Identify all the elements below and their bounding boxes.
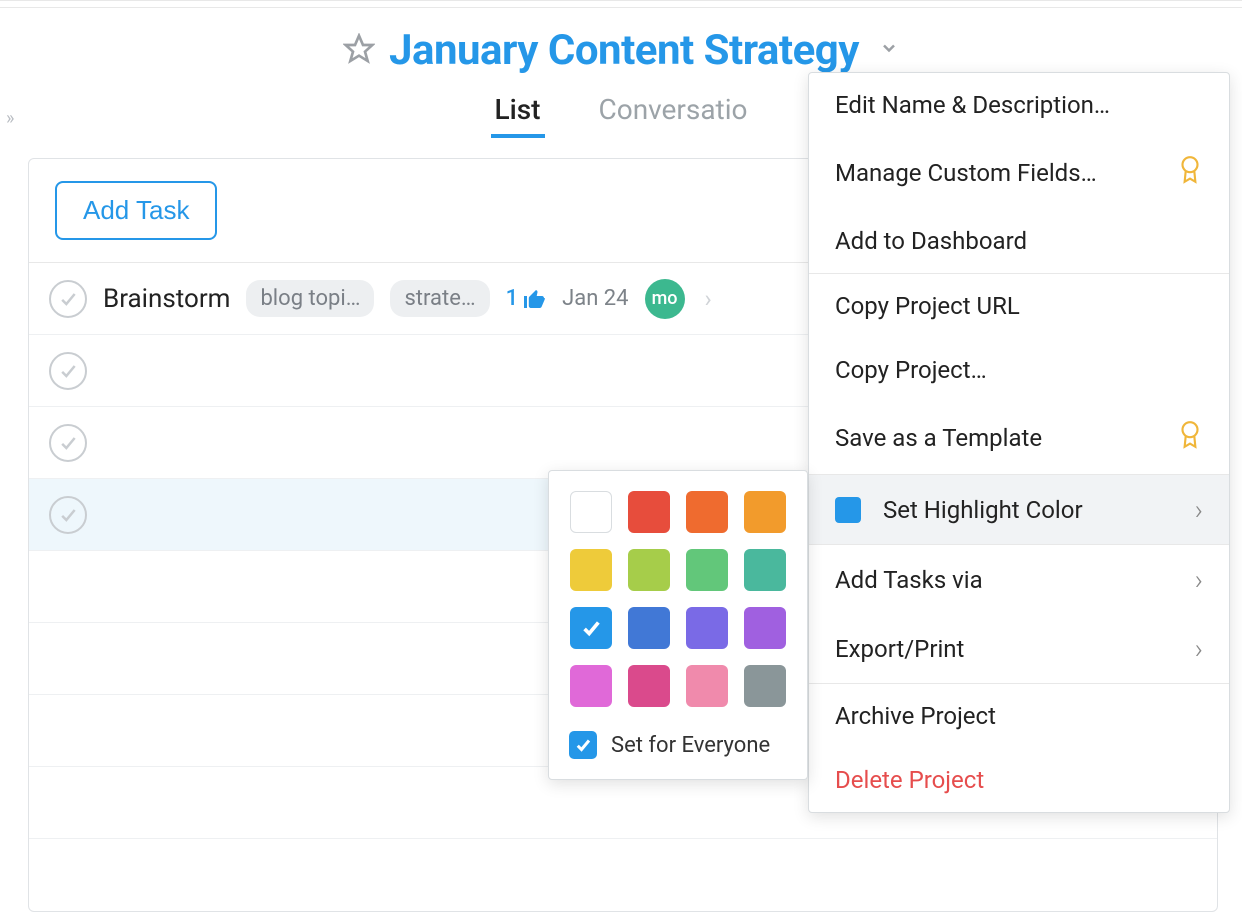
chevron-right-icon: › — [1195, 563, 1203, 596]
task-row-empty[interactable] — [29, 839, 1217, 911]
menu-manage-fields[interactable]: Manage Custom Fields… — [809, 137, 1229, 209]
swatch-grid — [569, 491, 787, 707]
color-swatch[interactable] — [570, 607, 612, 649]
task-name: Brainstorm — [103, 284, 230, 314]
chevron-down-icon[interactable] — [879, 38, 899, 64]
complete-check-icon[interactable] — [49, 496, 87, 534]
menu-add-tasks-via[interactable]: Add Tasks via › — [809, 545, 1229, 614]
project-actions-menu: Edit Name & Description… Manage Custom F… — [808, 72, 1230, 813]
color-swatch[interactable] — [570, 549, 612, 591]
color-swatch[interactable] — [628, 665, 670, 707]
menu-delete[interactable]: Delete Project — [809, 748, 1229, 812]
color-swatch[interactable] — [686, 665, 728, 707]
color-swatch[interactable] — [628, 549, 670, 591]
color-swatch[interactable] — [744, 549, 786, 591]
color-preview — [835, 497, 861, 523]
color-swatch[interactable] — [744, 607, 786, 649]
tab-conversations[interactable]: Conversatio — [595, 85, 752, 138]
assignee-avatar[interactable]: mo — [645, 279, 685, 319]
color-swatch[interactable] — [570, 665, 612, 707]
menu-edit-name[interactable]: Edit Name & Description… — [809, 73, 1229, 137]
menu-export-print[interactable]: Export/Print › — [809, 614, 1229, 683]
menu-add-dashboard[interactable]: Add to Dashboard — [809, 209, 1229, 273]
menu-save-template[interactable]: Save as a Template — [809, 402, 1229, 474]
menu-copy-project[interactable]: Copy Project… — [809, 338, 1229, 402]
color-swatch[interactable] — [628, 607, 670, 649]
set-for-everyone-row[interactable]: Set for Everyone — [569, 731, 787, 759]
task-date: Jan 24 — [562, 286, 628, 311]
project-header: January Content Strategy — [0, 8, 1242, 75]
menu-archive[interactable]: Archive Project — [809, 684, 1229, 748]
chevron-right-icon[interactable]: › — [705, 285, 712, 313]
menu-copy-url[interactable]: Copy Project URL — [809, 274, 1229, 338]
star-icon[interactable] — [343, 33, 375, 69]
checkbox-checked-icon[interactable] — [569, 731, 597, 759]
premium-badge-icon — [1177, 420, 1203, 456]
chevron-right-icon: › — [1195, 493, 1203, 526]
add-task-button[interactable]: Add Task — [55, 181, 217, 240]
premium-badge-icon — [1177, 155, 1203, 191]
color-swatch[interactable] — [686, 491, 728, 533]
project-title[interactable]: January Content Strategy — [389, 26, 859, 75]
like-count[interactable]: 1 — [506, 286, 547, 311]
color-swatch[interactable] — [686, 607, 728, 649]
color-swatch[interactable] — [686, 549, 728, 591]
color-swatch[interactable] — [744, 491, 786, 533]
color-swatch[interactable] — [570, 491, 612, 533]
task-tag[interactable]: strate… — [390, 280, 489, 317]
complete-check-icon[interactable] — [49, 280, 87, 318]
color-swatch[interactable] — [628, 491, 670, 533]
chevron-right-icon: › — [1195, 632, 1203, 665]
expand-sidebar-icon[interactable]: » — [6, 108, 14, 129]
menu-highlight-color[interactable]: Set Highlight Color › — [809, 475, 1229, 544]
color-swatch[interactable] — [744, 665, 786, 707]
task-tag[interactable]: blog topi… — [246, 280, 374, 317]
color-picker-flyout: Set for Everyone — [548, 470, 808, 780]
tab-list[interactable]: List — [491, 85, 545, 138]
complete-check-icon[interactable] — [49, 352, 87, 390]
complete-check-icon[interactable] — [49, 424, 87, 462]
